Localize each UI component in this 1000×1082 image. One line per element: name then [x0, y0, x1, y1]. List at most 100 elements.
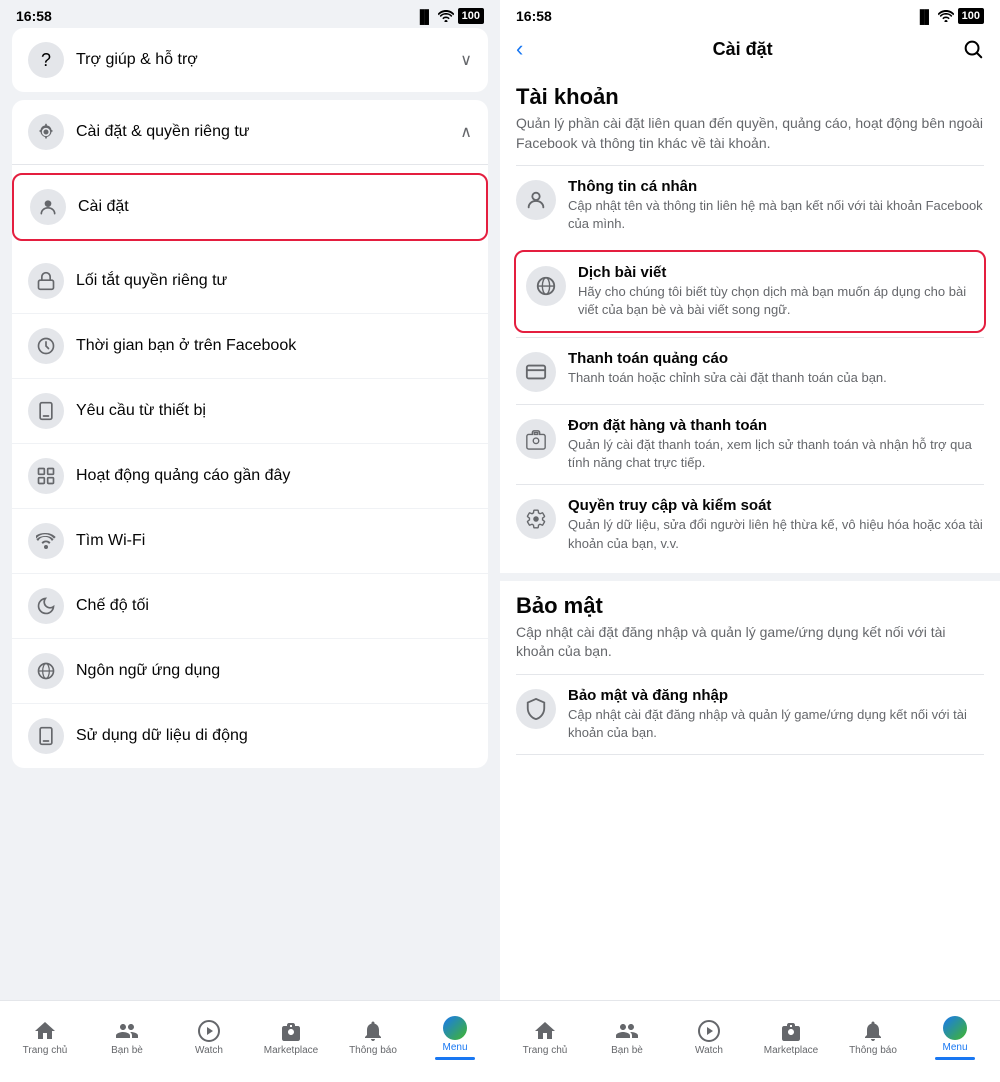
- ngon-ngu-item[interactable]: Ngôn ngữ ứng dụng: [12, 639, 488, 704]
- right-time: 16:58: [516, 8, 552, 24]
- left-nav-active-bar: [435, 1057, 475, 1060]
- dich-bai-viet-title: Dịch bài viết: [578, 264, 974, 281]
- du-lieu-label: Sử dụng dữ liệu di động: [76, 727, 248, 745]
- hoat-dong-item[interactable]: Hoạt động quảng cáo gần đây: [12, 444, 488, 509]
- left-bottom-nav: Trang chủ Bạn bè Watch Marketplace Thông…: [0, 1000, 500, 1082]
- wifi-item[interactable]: Tìm Wi-Fi: [12, 509, 488, 574]
- du-lieu-item[interactable]: Sử dụng dữ liệu di động: [12, 704, 488, 768]
- left-nav-notifications-label: Thông báo: [349, 1045, 397, 1056]
- loi-tat-label: Lối tắt quyền riêng tư: [76, 272, 227, 290]
- right-nav-watch[interactable]: Watch: [668, 1013, 750, 1062]
- wifi-item-icon: [28, 523, 64, 559]
- right-content: Tài khoản Quản lý phần cài đặt liên quan…: [500, 72, 1000, 1000]
- settings-group-label: Cài đặt & quyền riêng tư: [76, 123, 249, 141]
- left-status-icons: ▐▌ 100: [415, 8, 484, 24]
- cai-dat-item[interactable]: Cài đặt: [14, 175, 486, 239]
- left-panel: 16:58 ▐▌ 100 ? Trợ giúp & hỗ trợ ∨: [0, 0, 500, 1082]
- right-panel: 16:58 ▐▌ 100 ‹ Cài đặt Tài khoản Quản lý…: [500, 0, 1000, 1082]
- thong-tin-item[interactable]: Thông tin cá nhân Cập nhật tên và thông …: [516, 165, 984, 245]
- hoat-dong-label: Hoạt động quảng cáo gần đây: [76, 467, 290, 485]
- right-status-icons: ▐▌ 100: [915, 8, 984, 24]
- don-dat-hang-item[interactable]: Đơn đặt hàng và thanh toán Quản lý cài đ…: [516, 404, 984, 484]
- che-do-label: Chế độ tối: [76, 597, 149, 615]
- left-battery: 100: [458, 8, 484, 24]
- left-nav-watch-label: Watch: [195, 1045, 223, 1056]
- left-content: ? Trợ giúp & hỗ trợ ∨ Cài đặt & quyền ri…: [0, 28, 500, 1000]
- loi-tat-icon: [28, 263, 64, 299]
- bao-mat-dang-nhap-desc: Cập nhật cài đặt đăng nhập và quản lý ga…: [568, 706, 984, 742]
- tai-khoan-desc: Quản lý phần cài đặt liên quan đến quyền…: [516, 114, 984, 153]
- che-do-item[interactable]: Chế độ tối: [12, 574, 488, 639]
- quyen-truy-cap-item[interactable]: Quyền truy cập và kiểm soát Quản lý dữ l…: [516, 484, 984, 564]
- thong-tin-desc: Cập nhật tên và thông tin liên hệ mà bạn…: [568, 197, 984, 233]
- thoi-gian-label: Thời gian bạn ở trên Facebook: [76, 337, 296, 355]
- cai-dat-icon: [30, 189, 66, 225]
- yeu-cau-label: Yêu cầu từ thiết bị: [76, 402, 206, 420]
- left-status-bar: 16:58 ▐▌ 100: [0, 0, 500, 28]
- quyen-truy-cap-title: Quyền truy cập và kiểm soát: [568, 497, 984, 514]
- bao-mat-dang-nhap-item[interactable]: Bảo mật và đăng nhập Cập nhật cài đặt đă…: [516, 674, 984, 755]
- loi-tat-item[interactable]: Lối tắt quyền riêng tư: [12, 249, 488, 314]
- right-nav-marketplace[interactable]: Marketplace: [750, 1013, 832, 1062]
- dich-bai-viet-item[interactable]: Dịch bài viết Hãy cho chúng tôi biết tùy…: [526, 260, 974, 323]
- thanh-toan-title: Thanh toán quảng cáo: [568, 350, 887, 367]
- left-nav-home[interactable]: Trang chủ: [4, 1013, 86, 1062]
- right-wifi-icon: [938, 10, 954, 22]
- bao-mat-dang-nhap-title: Bảo mật và đăng nhập: [568, 687, 984, 704]
- thanh-toan-item[interactable]: Thanh toán quảng cáo Thanh toán hoặc chỉ…: [516, 337, 984, 404]
- right-nav-menu-label: Menu: [942, 1042, 967, 1053]
- search-button[interactable]: [962, 38, 984, 60]
- yeu-cau-icon: [28, 393, 64, 429]
- thoi-gian-item[interactable]: Thời gian bạn ở trên Facebook: [12, 314, 488, 379]
- wifi-icon: [438, 10, 454, 22]
- back-button[interactable]: ‹: [516, 36, 523, 62]
- signal-icon: ▐▌: [415, 9, 433, 24]
- left-nav-marketplace[interactable]: Marketplace: [250, 1013, 332, 1062]
- hoat-dong-icon: [28, 458, 64, 494]
- settings-group-header[interactable]: Cài đặt & quyền riêng tư ∧: [12, 100, 488, 165]
- right-status-bar: 16:58 ▐▌ 100: [500, 0, 1000, 28]
- right-nav-marketplace-label: Marketplace: [764, 1045, 818, 1056]
- tai-khoan-title: Tài khoản: [516, 84, 984, 110]
- cai-dat-label: Cài đặt: [78, 198, 129, 216]
- thong-tin-icon: [516, 180, 556, 220]
- thanh-toan-icon: [516, 352, 556, 392]
- ngon-ngu-label: Ngôn ngữ ứng dụng: [76, 662, 220, 680]
- section-divider: [500, 573, 1000, 581]
- du-lieu-icon: [28, 718, 64, 754]
- help-label: Trợ giúp & hỗ trợ: [76, 51, 198, 69]
- left-nav-menu[interactable]: Menu: [414, 1010, 496, 1066]
- bao-mat-title: Bảo mật: [516, 593, 984, 619]
- left-nav-menu-label: Menu: [442, 1042, 467, 1053]
- quyen-truy-cap-desc: Quản lý dữ liệu, sửa đổi người liên hệ t…: [568, 516, 984, 552]
- help-section-item[interactable]: ? Trợ giúp & hỗ trợ ∨: [12, 28, 488, 92]
- right-nav-menu-avatar: [943, 1016, 967, 1040]
- left-time: 16:58: [16, 8, 52, 24]
- right-nav-friends[interactable]: Bạn bè: [586, 1013, 668, 1062]
- yeu-cau-item[interactable]: Yêu cầu từ thiết bị: [12, 379, 488, 444]
- right-nav-home[interactable]: Trang chủ: [504, 1013, 586, 1062]
- ngon-ngu-icon: [28, 653, 64, 689]
- dich-bai-viet-highlighted[interactable]: Dịch bài viết Hãy cho chúng tôi biết tùy…: [514, 250, 986, 333]
- thanh-toan-desc: Thanh toán hoặc chỉnh sửa cài đặt thanh …: [568, 369, 887, 387]
- settings-group-icon: [28, 114, 64, 150]
- right-header: ‹ Cài đặt: [500, 28, 1000, 72]
- don-dat-hang-title: Đơn đặt hàng và thanh toán: [568, 417, 984, 434]
- help-icon: ?: [28, 42, 64, 78]
- left-nav-friends[interactable]: Bạn bè: [86, 1013, 168, 1062]
- che-do-icon: [28, 588, 64, 624]
- right-nav-notifications[interactable]: Thông báo: [832, 1013, 914, 1062]
- cai-dat-highlighted[interactable]: Cài đặt: [12, 173, 488, 241]
- right-signal-icon: ▐▌: [915, 9, 933, 24]
- settings-group: Cài đặt & quyền riêng tư ∧ Cài đặt Lối: [12, 100, 488, 768]
- dich-bai-viet-desc: Hãy cho chúng tôi biết tùy chọn dịch mà …: [578, 283, 974, 319]
- right-nav-menu[interactable]: Menu: [914, 1010, 996, 1066]
- settings-chevron: ∧: [460, 122, 472, 142]
- thoi-gian-icon: [28, 328, 64, 364]
- left-nav-watch[interactable]: Watch: [168, 1013, 250, 1062]
- left-nav-menu-avatar: [443, 1016, 467, 1040]
- left-nav-notifications[interactable]: Thông báo: [332, 1013, 414, 1062]
- quyen-truy-cap-icon: [516, 499, 556, 539]
- left-nav-home-label: Trang chủ: [23, 1045, 68, 1056]
- right-nav-home-label: Trang chủ: [523, 1045, 568, 1056]
